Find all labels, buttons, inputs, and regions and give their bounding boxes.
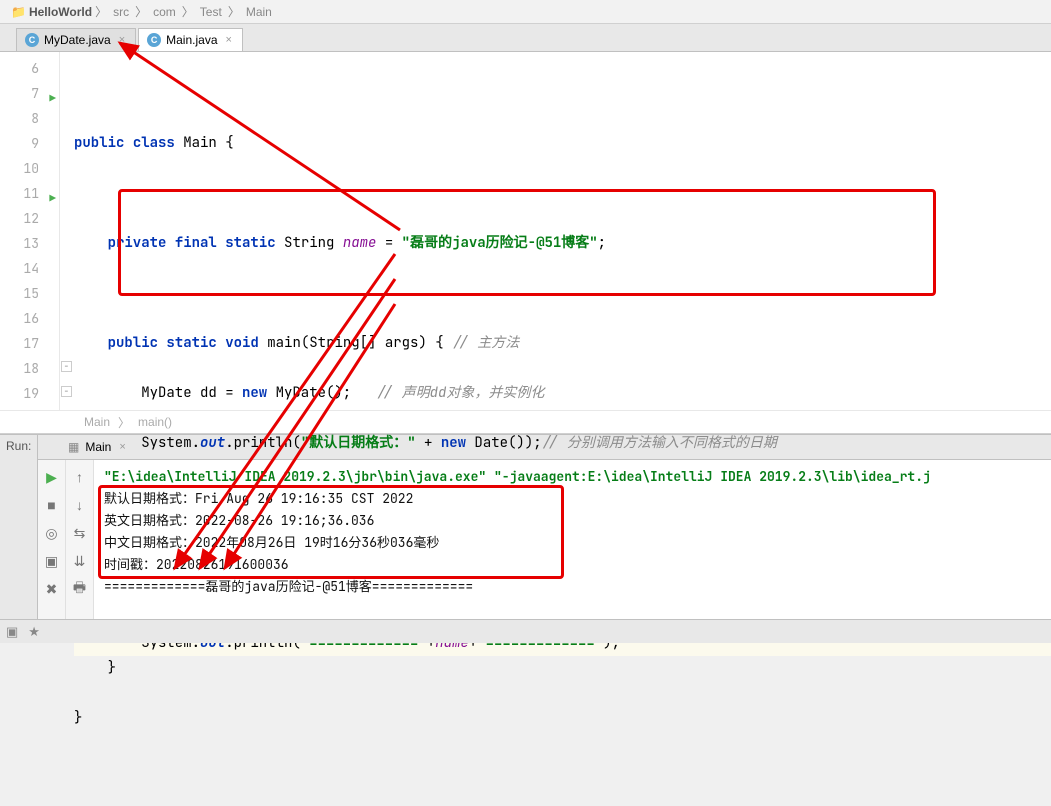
breadcrumb: 📁 HelloWorld 〉src 〉com 〉Test 〉Main <box>0 0 1051 24</box>
gutter-line: 14 <box>0 256 59 281</box>
print-icon[interactable]: 🖶 <box>71 580 89 598</box>
editor: 6 7▶ 8 9 10 11▶ 12 13 14 15 16 17 18− 19… <box>0 52 1051 410</box>
run-toolbar-secondary: ↑ ↓ ⇆ ⇊ 🖶 <box>66 460 94 643</box>
editor-tabs: C MyDate.java × C Main.java × <box>0 24 1051 52</box>
console-output[interactable]: "E:\idea\IntelliJ IDEA 2019.2.3\jbr\bin\… <box>94 460 1051 643</box>
crumb-com[interactable]: com <box>153 5 176 19</box>
gutter-line: 8 <box>0 106 59 131</box>
up-icon[interactable]: ↑ <box>71 468 89 486</box>
tab-label: MyDate.java <box>44 33 111 47</box>
class-icon: C <box>147 33 161 47</box>
gutter-line: 15 <box>0 281 59 306</box>
gutter-line: 6 <box>0 56 59 81</box>
run-panel: Run: ▦ Main × ▶ ■ ◎ ▣ ✖ ↑ ↓ ⇆ ⇊ 🖶 "E:\id… <box>0 434 1051 643</box>
console-line: =============磊哥的java历险记-@51博客===========… <box>104 576 1041 598</box>
gutter-line: 10 <box>0 156 59 181</box>
gutter-line: 17 <box>0 331 59 356</box>
console-line: 默认日期格式：Fri Aug 26 19:16:35 CST 2022 <box>104 488 1041 510</box>
scroll-icon[interactable]: ⇊ <box>71 552 89 570</box>
gutter-line: 9 <box>0 131 59 156</box>
code-area[interactable]: public class Main { private final static… <box>60 52 1051 410</box>
crumb-src[interactable]: src <box>113 5 129 19</box>
gutter-line: 7▶ <box>0 81 59 106</box>
gutter-line: 13 <box>0 231 59 256</box>
gutter: 6 7▶ 8 9 10 11▶ 12 13 14 15 16 17 18− 19… <box>0 52 60 410</box>
tab-label: Main.java <box>166 33 217 47</box>
pin-icon[interactable]: ✖ <box>43 580 61 598</box>
favorites-icon[interactable]: ★ <box>28 624 40 640</box>
tab-main[interactable]: C Main.java × <box>138 28 243 51</box>
bottom-toolbar: ▣ ★ <box>0 619 1051 643</box>
dump-icon[interactable]: ◎ <box>43 524 61 542</box>
gutter-line: 18− <box>0 356 59 381</box>
gutter-line: 16 <box>0 306 59 331</box>
close-icon[interactable]: × <box>226 34 232 46</box>
close-icon[interactable]: × <box>119 34 125 46</box>
down-icon[interactable]: ↓ <box>71 496 89 514</box>
console-line: 时间戳：20220826191600036 <box>104 554 1041 576</box>
console-line: 中文日期格式：2022年08月26日 19时16分36秒036毫秒 <box>104 532 1041 554</box>
crumb-test[interactable]: Test <box>200 5 222 19</box>
layout-icon[interactable]: ▣ <box>43 552 61 570</box>
wrap-icon[interactable]: ⇆ <box>71 524 89 542</box>
folder-icon: 📁 <box>11 5 26 19</box>
crumb-project[interactable]: HelloWorld <box>29 5 92 19</box>
tab-mydate[interactable]: C MyDate.java × <box>16 28 136 51</box>
gutter-line: 19− <box>0 381 59 406</box>
class-icon: C <box>25 33 39 47</box>
terminal-icon[interactable]: ▣ <box>6 624 18 640</box>
console-command: "E:\idea\IntelliJ IDEA 2019.2.3\jbr\bin\… <box>104 466 1041 488</box>
gutter-line: 11▶ <box>0 181 59 206</box>
gutter-line: 12 <box>0 206 59 231</box>
console-line: 英文日期格式：2022-08-26 19:16;36.036 <box>104 510 1041 532</box>
rerun-icon[interactable]: ▶ <box>43 468 61 486</box>
run-label: Run: <box>0 434 38 643</box>
crumb-main[interactable]: Main <box>246 5 272 19</box>
run-toolbar-primary: ▶ ■ ◎ ▣ ✖ <box>38 460 66 643</box>
stop-icon[interactable]: ■ <box>43 496 61 514</box>
